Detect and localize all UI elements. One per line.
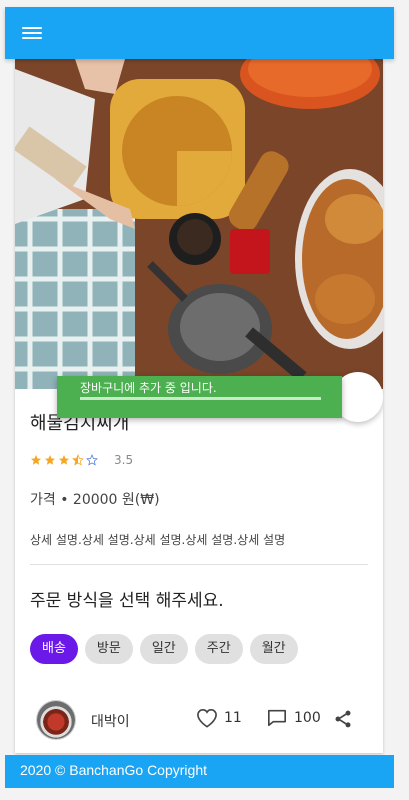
heart-icon xyxy=(197,708,217,728)
chip-monthly[interactable]: 월간 xyxy=(249,634,298,664)
product-image xyxy=(15,59,383,389)
comment-button[interactable]: 100 xyxy=(266,708,321,728)
snackbar-progress xyxy=(80,397,321,400)
rating-value: 3.5 xyxy=(114,453,134,467)
like-button[interactable]: 11 xyxy=(196,708,242,728)
like-count: 11 xyxy=(224,710,242,726)
star-half-icon xyxy=(72,454,84,466)
share-icon[interactable] xyxy=(333,709,353,729)
site-footer: 2020 © BanchanGo Copyright xyxy=(5,755,394,788)
menu-icon[interactable] xyxy=(22,24,42,42)
snackbar-message: 장바구니에 추가 중 입니다. xyxy=(80,381,217,395)
rating-stars: 3.5 xyxy=(30,453,133,467)
order-method-chips: 배송 방문 일간 주간 월간 xyxy=(30,634,298,664)
chip-delivery[interactable]: 배송 xyxy=(30,634,78,664)
star-icon xyxy=(59,455,69,465)
product-price: 가격 • 20000 원(₩) xyxy=(30,492,160,508)
order-method-prompt: 주문 방식을 선택 해주세요. xyxy=(30,591,224,611)
card-actions: 대박이 11 100 xyxy=(15,699,383,739)
chip-weekly[interactable]: 주간 xyxy=(194,634,243,664)
star-icon xyxy=(31,455,41,465)
comment-count: 100 xyxy=(294,710,321,726)
avatar[interactable] xyxy=(37,701,75,739)
divider xyxy=(30,564,368,565)
chip-daily[interactable]: 일간 xyxy=(139,634,188,664)
snackbar: 장바구니에 추가 중 입니다. xyxy=(57,376,342,418)
product-description: 상세 설명.상세 설명.상세 설명.상세 설명.상세 설명 xyxy=(30,533,286,547)
chip-visit[interactable]: 방문 xyxy=(84,634,133,664)
star-empty-icon xyxy=(86,454,98,466)
star-icon xyxy=(45,455,55,465)
comment-icon xyxy=(268,709,286,727)
author-name: 대박이 xyxy=(91,714,130,730)
app-bar xyxy=(5,7,394,59)
